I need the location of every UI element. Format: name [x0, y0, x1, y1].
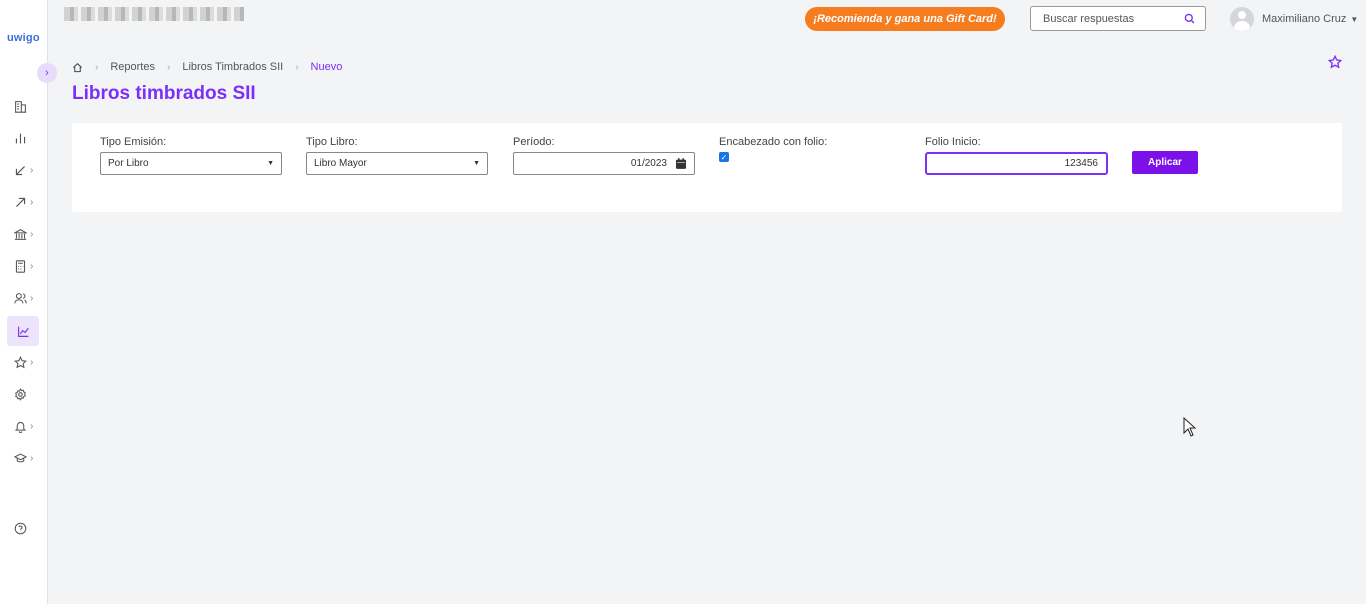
sidebar-item-reports[interactable] [7, 316, 39, 346]
tipo-libro-select[interactable]: Libro Mayor ▼ [306, 152, 488, 175]
caret-down-icon: ▼ [473, 160, 480, 167]
user-menu[interactable]: Maximiliano Cruz ▼ [1230, 7, 1358, 31]
calculator-icon [15, 259, 26, 273]
chevron-right-icon: › [30, 452, 34, 464]
periodo-label: Período: [513, 136, 555, 148]
users-icon [14, 292, 27, 303]
chevron-right-icon: › [30, 420, 34, 432]
chevron-right-icon: › [30, 292, 34, 304]
bank-icon [14, 228, 27, 240]
tipo-emision-select[interactable]: Por Libro ▼ [100, 152, 282, 175]
mouse-cursor-icon [1183, 417, 1196, 437]
sidebar-item-notifications[interactable]: › [14, 416, 42, 436]
caret-down-icon: ▼ [1350, 14, 1359, 24]
line-chart-icon [17, 326, 29, 337]
referral-promo-button[interactable]: ¡Recomienda y gana una Gift Card! [805, 7, 1005, 31]
tipo-libro-value: Libro Mayor [314, 158, 367, 169]
home-icon[interactable] [72, 62, 83, 73]
help-icon [14, 522, 27, 534]
tipo-libro-label: Tipo Libro: [306, 136, 358, 148]
breadcrumb-current: Nuevo [310, 61, 343, 73]
periodo-date-input[interactable]: 01/2023 [513, 152, 695, 175]
folio-inicio-input[interactable]: 123456 [925, 152, 1108, 175]
encabezado-field: Encabezado con folio: ✓ [719, 136, 827, 162]
breadcrumb-item-reportes[interactable]: Reportes [110, 61, 155, 73]
breadcrumb: › Reportes › Libros Timbrados SII › Nuev… [72, 61, 342, 73]
encabezado-label: Encabezado con folio: [719, 136, 828, 148]
folio-inicio-label: Folio Inicio: [925, 136, 981, 148]
search-input[interactable] [1043, 12, 1173, 25]
caret-down-icon: ▼ [267, 160, 274, 167]
periodo-value: 01/2023 [630, 158, 667, 169]
encabezado-checkbox[interactable]: ✓ [719, 152, 729, 162]
sidebar-item-dashboard[interactable] [14, 128, 42, 148]
bar-chart-icon [15, 133, 26, 143]
chevron-right-icon: › [30, 260, 34, 272]
chevron-right-icon: › [30, 164, 34, 176]
sidebar-item-income[interactable]: › [14, 160, 42, 180]
tipo-libro-field: Tipo Libro: Libro Mayor ▼ [306, 136, 488, 175]
folio-inicio-value: 123456 [1064, 158, 1098, 169]
bell-icon [14, 421, 27, 433]
app-logo[interactable]: uwigo [7, 32, 40, 44]
chevron-right-icon: › [166, 61, 171, 73]
tipo-emision-value: Por Libro [108, 158, 149, 169]
chevron-right-icon: › [30, 228, 34, 240]
sidebar-item-company[interactable] [14, 96, 42, 116]
sidebar-item-people[interactable]: › [14, 288, 42, 308]
favorite-star-icon[interactable] [1328, 55, 1342, 69]
settings-icon [15, 387, 26, 401]
page-title: Libros timbrados SII [72, 83, 256, 104]
chevron-right-icon: › [30, 196, 34, 208]
sidebar-item-settings[interactable] [14, 384, 42, 404]
apply-button[interactable]: Aplicar [1132, 151, 1198, 174]
star-icon [14, 355, 27, 368]
user-name: Maximiliano Cruz [1262, 13, 1347, 25]
company-name-blurred [64, 7, 244, 21]
chevron-right-icon: › [95, 61, 99, 73]
arrow-up-right-icon [16, 197, 26, 207]
chevron-right-icon: › [45, 67, 49, 79]
chevron-right-icon: › [30, 356, 34, 368]
sidebar-item-academy[interactable]: › [14, 448, 42, 468]
search-box [1030, 6, 1206, 31]
sidebar-item-bank[interactable]: › [14, 224, 42, 244]
periodo-field: Período: 01/2023 [513, 136, 695, 175]
breadcrumb-item-libros[interactable]: Libros Timbrados SII [182, 61, 283, 73]
sidebar-item-expenses[interactable]: › [14, 192, 42, 212]
graduation-cap-icon [14, 452, 27, 462]
folio-inicio-field: Folio Inicio: 123456 [925, 136, 1108, 175]
filters-card: Tipo Emisión: Por Libro ▼ Tipo Libro: Li… [72, 123, 1342, 212]
tipo-emision-field: Tipo Emisión: Por Libro ▼ [100, 136, 282, 175]
chevron-right-icon: › [295, 61, 299, 73]
building-icon [14, 100, 27, 113]
tipo-emision-label: Tipo Emisión: [100, 136, 167, 148]
arrow-down-left-icon [15, 165, 25, 175]
search-icon[interactable] [1184, 13, 1195, 24]
sidebar-item-accounting[interactable]: › [14, 256, 42, 276]
avatar [1230, 7, 1254, 31]
sidebar-item-help[interactable] [14, 518, 42, 538]
sidebar-item-favorites[interactable]: › [14, 352, 42, 372]
calendar-icon[interactable] [676, 158, 686, 169]
sidebar: uwigo › › › › › › › › [0, 0, 48, 604]
sidebar-toggle-button[interactable]: › [37, 63, 57, 83]
